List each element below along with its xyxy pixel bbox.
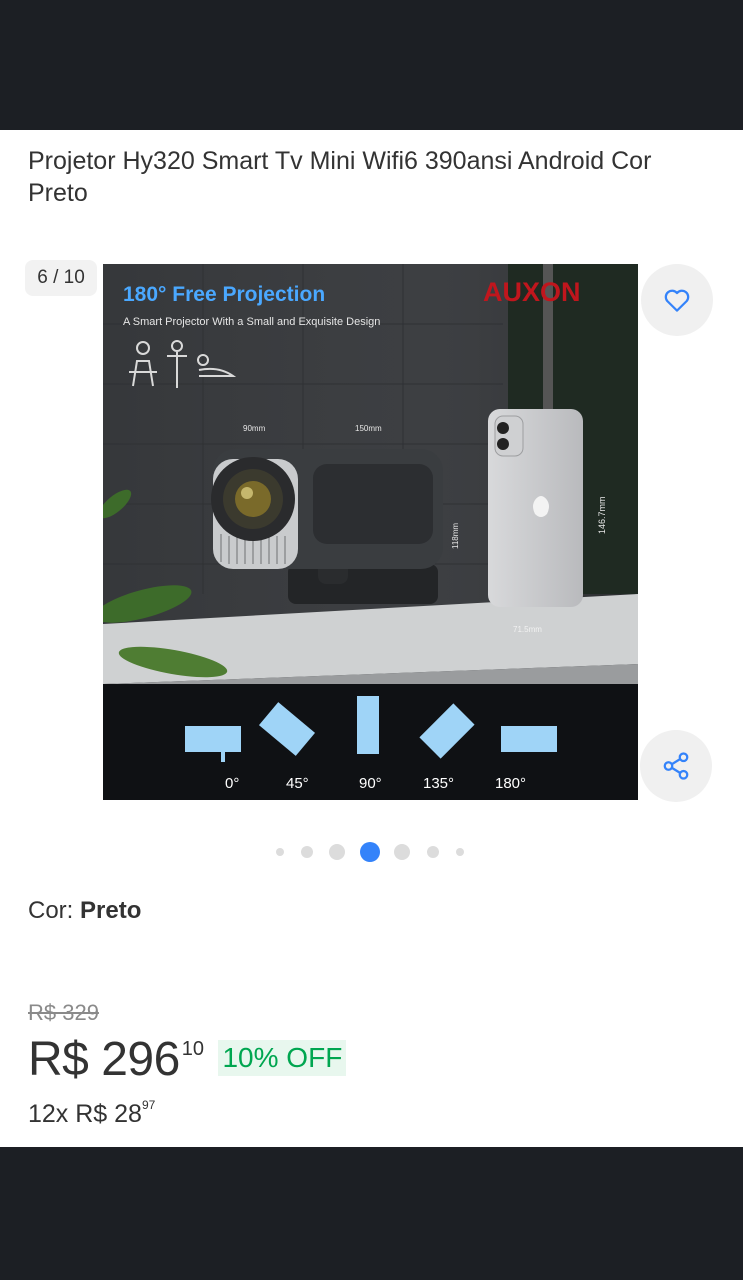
product-image-art: 90mm 150mm 118mm 146.7mm 71.5mm 180° Fre…	[103, 264, 638, 800]
carousel-dot[interactable]	[301, 846, 313, 858]
discount-badge: 10% OFF	[218, 1040, 347, 1076]
image-subheadline: A Smart Projector With a Small and Exqui…	[123, 316, 380, 328]
variant-label: Cor:	[28, 897, 81, 924]
dim-height-label: 118mm	[451, 523, 460, 549]
image-counter: 6 / 10	[25, 260, 97, 296]
carousel-dot[interactable]	[427, 846, 439, 858]
heart-icon	[664, 289, 690, 312]
installments-main: 12x R$ 28	[28, 1100, 142, 1128]
angle-0: 0°	[225, 775, 239, 792]
carousel-dot[interactable]	[456, 848, 464, 856]
carousel-dot[interactable]	[329, 844, 345, 860]
phone-height-label: 146.7mm	[597, 496, 607, 534]
price-row: R$ 296 10 10% OFF	[28, 1032, 347, 1092]
carousel-dot[interactable]	[276, 848, 284, 856]
angle-135: 135°	[423, 775, 454, 792]
angle-45: 45°	[286, 775, 309, 792]
variant-value: Preto	[80, 897, 142, 924]
variant-color: Cor: Preto	[28, 897, 141, 925]
favorite-button[interactable]	[641, 264, 713, 336]
angle-90: 90°	[359, 775, 382, 792]
dim-width-label: 90mm	[243, 424, 266, 433]
brand-logo: AUXON	[483, 277, 581, 307]
old-price: R$ 329	[28, 1000, 99, 1025]
installments-cents: 97	[141, 1097, 156, 1112]
top-dark-bar	[0, 0, 743, 130]
share-button[interactable]	[640, 730, 712, 802]
carousel-dot-active[interactable]	[360, 842, 380, 862]
product-image[interactable]: 90mm 150mm 118mm 146.7mm 71.5mm 180° Fre…	[103, 264, 638, 800]
dim-depth-label: 150mm	[355, 424, 382, 433]
carousel-dots	[270, 840, 470, 864]
share-icon	[663, 752, 689, 780]
bottom-dark-bar	[0, 1147, 743, 1280]
current-price: R$ 296	[28, 1033, 180, 1086]
carousel-dot[interactable]	[394, 844, 410, 860]
angle-180: 180°	[495, 775, 526, 792]
phone-width-label: 71.5mm	[513, 625, 542, 634]
installments: 12x R$ 2897	[28, 1097, 156, 1129]
image-headline: 180° Free Projection	[123, 283, 325, 306]
product-title: Projetor Hy320 Smart Tv Mini Wifi6 390an…	[28, 147, 652, 207]
current-price-cents: 10	[181, 1038, 205, 1060]
